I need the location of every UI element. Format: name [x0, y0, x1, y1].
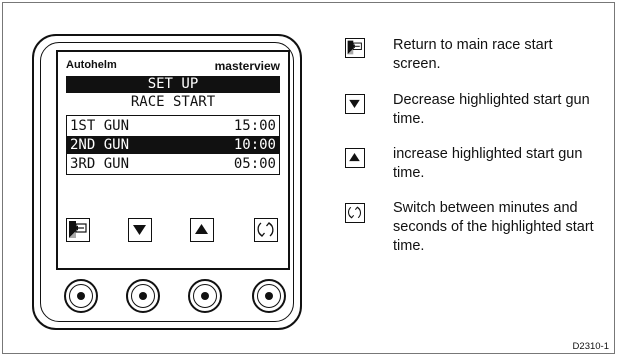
legend-switch-text: Switch between minutes and seconds of th…	[393, 200, 594, 254]
button-dot	[77, 292, 85, 300]
cycle-arrows-icon	[345, 203, 365, 223]
brand-row: Autohelm masterview	[66, 59, 280, 73]
triangle-up-icon	[345, 148, 365, 168]
return-icon[interactable]	[66, 218, 90, 242]
button-dot	[139, 292, 147, 300]
gun-row[interactable]: 1ST GUN 15:00	[67, 117, 279, 135]
gun-row[interactable]: 3RD GUN 05:00	[67, 155, 279, 173]
legend-increase-text: increase highlighted start gun time.	[393, 146, 583, 181]
hard-button-3[interactable]	[188, 279, 222, 313]
hard-button-4[interactable]	[252, 279, 286, 313]
legend-decrease-text: Decrease highlighted start gun time.	[393, 92, 590, 127]
gun-name: 1ST GUN	[70, 118, 130, 134]
gun-time: 10:00	[233, 137, 276, 153]
button-dot	[265, 292, 273, 300]
gun-time: 05:00	[233, 156, 276, 172]
return-icon	[345, 38, 365, 58]
model-name: masterview	[214, 59, 280, 73]
gun-name: 3RD GUN	[70, 156, 130, 172]
hard-button-2[interactable]	[126, 279, 160, 313]
gun-name: 2ND GUN	[70, 137, 130, 153]
screen-subtitle: RACE START	[130, 94, 216, 110]
legend-return-text: Return to main race start screen.	[393, 37, 553, 72]
triangle-up-icon[interactable]	[190, 218, 214, 242]
cycle-arrows-icon[interactable]	[254, 218, 278, 242]
triangle-down-icon[interactable]	[128, 218, 152, 242]
start-gun-list: 1ST GUN 15:00 2ND GUN 10:00 3RD GUN 05:0…	[66, 115, 280, 175]
figure-id: D2310-1	[572, 341, 609, 352]
triangle-down-icon	[345, 94, 365, 114]
gun-row-highlighted[interactable]: 2ND GUN 10:00	[67, 136, 279, 154]
brand-logo: Autohelm	[66, 59, 117, 71]
gun-time: 15:00	[233, 118, 276, 134]
hard-button-1[interactable]	[64, 279, 98, 313]
button-dot	[201, 292, 209, 300]
instrument-screen: Autohelm masterview SET UP RACE START 1S…	[56, 50, 290, 270]
screen-title: SET UP	[66, 76, 280, 93]
